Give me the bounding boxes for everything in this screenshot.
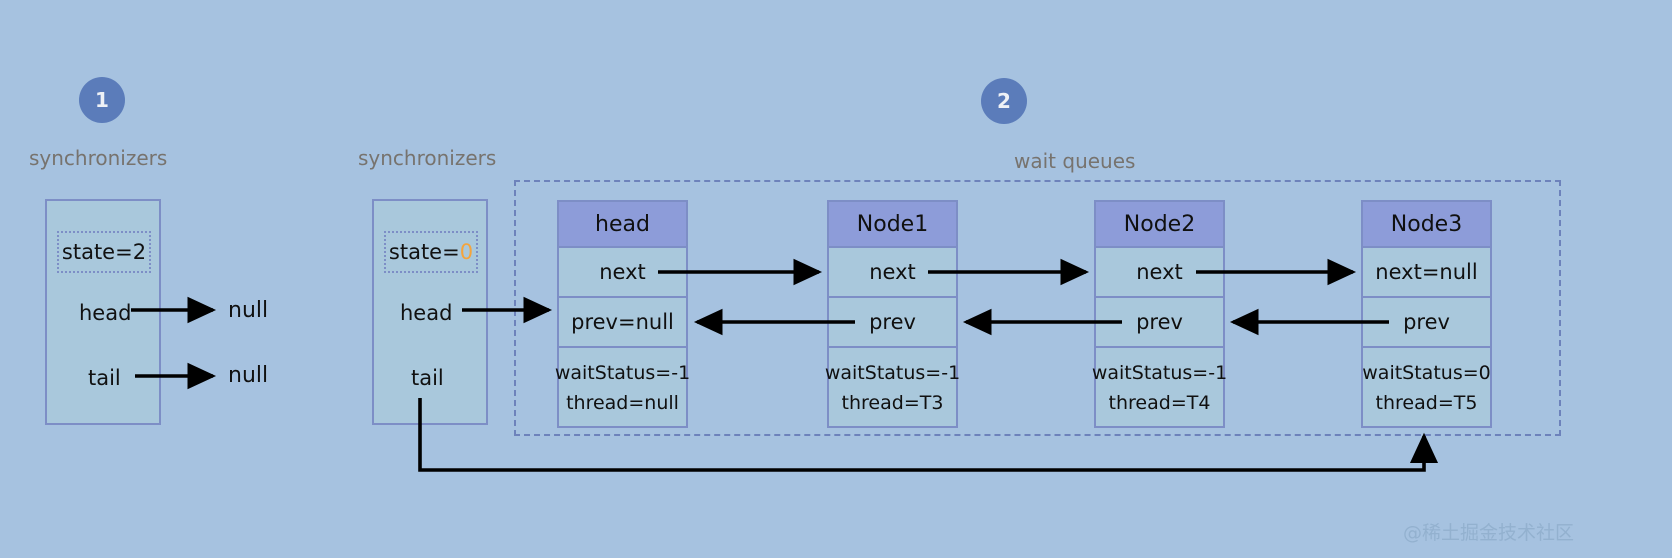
node-3-thread: thread=T5 xyxy=(1375,392,1478,414)
field-head-right: head xyxy=(400,301,453,325)
node-2-title: Node2 xyxy=(1096,202,1223,248)
head-target-null-left: null xyxy=(228,298,269,323)
field-tail-right: tail xyxy=(411,366,444,390)
node-head-meta: waitStatus=-1 thread=null xyxy=(555,348,690,430)
step-badge-2: 2 xyxy=(981,78,1027,124)
field-head-left: head xyxy=(79,301,132,325)
diagram-canvas: 1 synchronizers state= 2 head tail null n… xyxy=(0,0,1672,558)
node-2-thread: thread=T4 xyxy=(1108,392,1211,414)
node-3-meta: waitStatus=0 thread=T5 xyxy=(1362,348,1491,430)
node-1-meta: waitStatus=-1 thread=T3 xyxy=(825,348,960,430)
step-badge-1: 1 xyxy=(79,77,125,123)
tail-target-null-left: null xyxy=(228,363,269,388)
queue-node-head: head next prev=null waitStatus=-1 thread… xyxy=(555,200,690,430)
caption-wait-queues: wait queues xyxy=(1014,149,1136,173)
state-value-left: 2 xyxy=(132,240,147,264)
node-1-next: next xyxy=(829,248,956,298)
queue-node-3: Node3 next=null prev waitStatus=0 thread… xyxy=(1361,200,1492,428)
node-2-waitstatus: waitStatus=-1 xyxy=(1091,362,1228,385)
state-label-right: state= xyxy=(388,240,460,264)
node-1-prev: prev xyxy=(829,298,956,348)
node-head-prev: prev=null xyxy=(559,298,686,348)
queue-node-2: Node2 next prev waitStatus=-1 thread=T4 xyxy=(1092,200,1227,430)
node-1-title: Node1 xyxy=(829,202,956,248)
field-tail-left: tail xyxy=(88,366,121,390)
node-head-next: next xyxy=(559,248,686,298)
state-value-right: 0 xyxy=(459,240,474,264)
caption-synchronizers-left: synchronizers xyxy=(29,146,168,170)
node-head-thread: thread=null xyxy=(566,392,679,414)
node-head-title: head xyxy=(559,202,686,248)
caption-synchronizers-right: synchronizers xyxy=(358,146,497,170)
state-chip-left: state= 2 xyxy=(57,231,151,273)
node-2-meta: waitStatus=-1 thread=T4 xyxy=(1092,348,1227,430)
step-badge-2-number: 2 xyxy=(997,89,1011,113)
node-2-next: next xyxy=(1096,248,1223,298)
node-2-prev: prev xyxy=(1096,298,1223,348)
node-3-waitstatus: waitStatus=0 xyxy=(1362,362,1491,385)
node-1-thread: thread=T3 xyxy=(841,392,944,414)
node-3-prev: prev xyxy=(1363,298,1490,348)
node-3-next: next=null xyxy=(1363,248,1490,298)
synchronizer-box-left: state= 2 head tail xyxy=(45,199,161,425)
synchronizer-box-right: state= 0 head tail xyxy=(372,199,488,425)
state-chip-right: state= 0 xyxy=(384,231,478,273)
node-head-waitstatus: waitStatus=-1 xyxy=(554,362,691,385)
node-3-title: Node3 xyxy=(1363,202,1490,248)
step-badge-1-number: 1 xyxy=(95,88,109,112)
state-label-left: state= xyxy=(61,240,133,264)
node-1-waitstatus: waitStatus=-1 xyxy=(824,362,961,385)
watermark: @稀土掘金技术社区 xyxy=(1403,522,1575,544)
queue-node-1: Node1 next prev waitStatus=-1 thread=T3 xyxy=(825,200,960,430)
